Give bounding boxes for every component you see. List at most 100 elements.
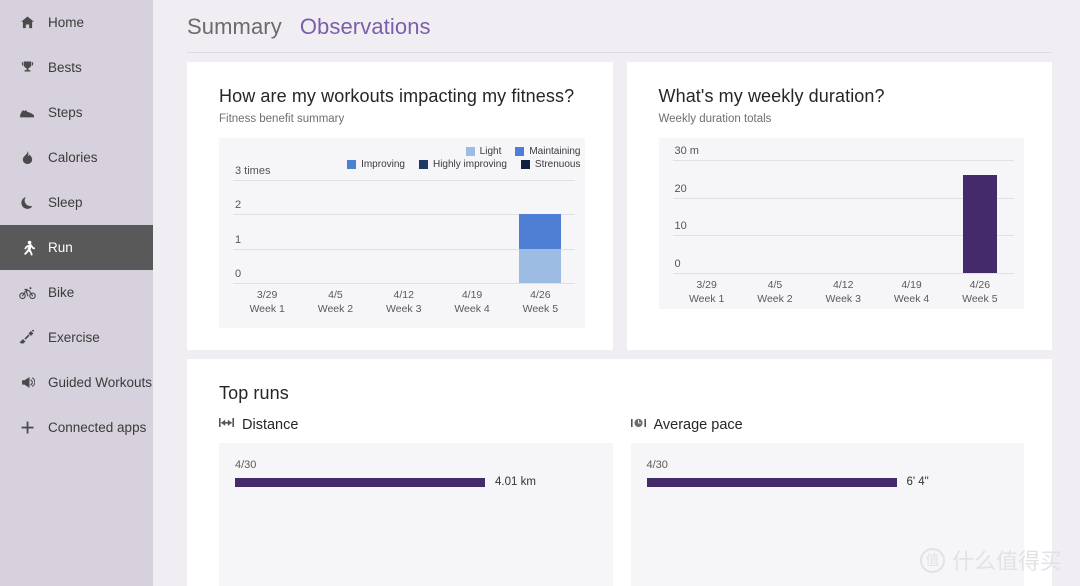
distance-bar-date: 4/30 [235, 459, 257, 471]
trophy-icon [16, 60, 38, 75]
duration-card-subtitle: Weekly duration totals [658, 113, 772, 125]
fitness-chart-bars [233, 180, 575, 283]
megaphone-icon [16, 375, 38, 390]
sidebar-item-exercise[interactable]: Exercise [0, 315, 153, 360]
running-icon [16, 240, 38, 256]
weekly-duration-chart[interactable]: 0 10 20 30 m 3/29 Week 1 4/5 Week 2 4/12 Week 34… [658, 138, 1024, 309]
duration-card-title: What's my weekly duration? [658, 86, 885, 106]
duration-chart-bars [673, 160, 1015, 273]
pace-bar-row: 6' 4" [646, 476, 1005, 488]
metric-distance: Distance 4/30 4.01 km [219, 416, 613, 586]
bar-column[interactable] [233, 180, 301, 283]
distance-panel[interactable]: 4/30 4.01 km [219, 443, 613, 586]
distance-bar-row: 4.01 km [235, 476, 593, 488]
pace-value: 6' 4" [906, 476, 929, 488]
bar [962, 175, 997, 273]
stacked-bar [314, 180, 356, 283]
x-tick-date: 4/26 [530, 289, 551, 301]
pace-header: Average pace [630, 416, 1025, 434]
charts-row: How are my workouts impacting my fitness… [153, 53, 1080, 350]
bar-column[interactable] [946, 160, 1014, 273]
x-tick-week: Week 4 [454, 303, 490, 315]
shoe-icon [16, 105, 38, 120]
sidebar-item-label: Exercise [48, 329, 100, 345]
sidebar-item-run[interactable]: Run [0, 225, 153, 270]
fitness-benefit-chart[interactable]: Light Maintaining Improving Highly impro… [219, 138, 585, 328]
x-tick-date: 4/26 [969, 279, 991, 291]
bar-column[interactable] [809, 160, 877, 273]
app-root: Home Bests Steps Calories Sleep Run Bike Exerci… [0, 0, 1080, 586]
distance-header: Distance [219, 416, 613, 434]
watermark-text: 什么值得买 [951, 549, 1062, 574]
top-runs-metrics: Distance 4/30 4.01 km Average pace 4/30 … [219, 416, 1024, 586]
sidebar-item-label: Calories [48, 149, 98, 165]
bar-column[interactable] [370, 180, 438, 283]
x-tick-date: 4/19 [901, 279, 922, 291]
y-axis-tick-label: 30 m [674, 145, 699, 157]
watermark-badge: 值 [919, 547, 945, 573]
sidebar-item-steps[interactable]: Steps [0, 90, 153, 135]
x-tick-date: 4/5 [328, 289, 343, 301]
x-axis-tick-label: 3/29 Week 1 [233, 288, 301, 316]
x-tick-week: Week 4 [893, 293, 930, 305]
card-weekly-duration: What's my weekly duration? Weekly durati… [626, 62, 1052, 350]
distance-value: 4.01 km [495, 476, 536, 488]
fitness-card-title: How are my workouts impacting my fitness… [219, 86, 575, 106]
sidebar-item-label: Connected apps [48, 419, 147, 435]
home-icon [16, 15, 38, 30]
sidebar-item-guided-workouts[interactable]: Guided Workouts [0, 360, 153, 405]
y-axis-tick-label: 3 times [235, 165, 271, 177]
stopwatch-icon [630, 416, 646, 434]
sidebar-item-bike[interactable]: Bike [0, 270, 153, 315]
sidebar-item-label: Bests [48, 59, 82, 75]
plus-icon [16, 420, 38, 435]
x-axis-tick-label: 4/5 Week 2 [741, 278, 809, 306]
bar-column[interactable] [877, 160, 945, 273]
x-axis-tick-label: 3/29 Week 1 [673, 278, 741, 306]
top-runs-title: Top runs [219, 383, 289, 403]
distance-bar [235, 477, 485, 487]
x-tick-date: 4/12 [833, 279, 854, 291]
distance-measure-icon [219, 416, 234, 434]
x-axis-tick-label: 4/19 Week 4 [438, 288, 506, 316]
sidebar-item-home[interactable]: Home [0, 0, 153, 45]
tab-observations[interactable]: Observations [300, 14, 431, 40]
x-axis-tick-label: 4/12 Week 3 [370, 288, 438, 316]
stacked-bar [246, 180, 288, 283]
fitness-chart-xaxis: 3/29 Week 1 4/5 Week 2 4/12 Week 3 4/19 Week 4 4… [233, 288, 575, 316]
x-tick-date: 3/29 [256, 289, 278, 301]
gridline [672, 273, 1014, 274]
x-axis-tick-label: 4/19 Week 4 [877, 278, 945, 306]
watermark: 值 什么值得买 [919, 544, 1062, 576]
moon-icon [16, 195, 38, 210]
pace-bar [646, 477, 897, 487]
sidebar-item-bests[interactable]: Bests [0, 45, 153, 90]
gridline [233, 283, 575, 284]
bar-column[interactable] [673, 160, 741, 273]
sidebar-item-connected-apps[interactable]: Connected apps [0, 405, 153, 450]
sidebar-item-label: Sleep [48, 194, 83, 210]
main-content: Summary Observations How are my workouts… [153, 0, 1080, 586]
x-axis-tick-label: 4/12 Week 3 [809, 278, 877, 306]
bar-column[interactable] [506, 180, 574, 283]
sidebar-item-sleep[interactable]: Sleep [0, 180, 153, 225]
bar-column[interactable] [438, 180, 506, 283]
sidebar-item-label: Bike [48, 284, 75, 300]
bike-icon [16, 286, 38, 300]
bar-segment [519, 248, 562, 283]
x-tick-week: Week 1 [249, 303, 285, 315]
x-axis-tick-label: 4/5 Week 2 [301, 288, 369, 316]
fitness-card-subtitle: Fitness benefit summary [219, 113, 345, 125]
x-tick-week: Week 5 [962, 293, 998, 305]
pace-label: Average pace [653, 417, 743, 433]
sidebar-item-label: Home [48, 14, 85, 30]
sidebar-item-calories[interactable]: Calories [0, 135, 153, 180]
tab-summary[interactable]: Summary [187, 14, 282, 40]
bar-column[interactable] [741, 160, 809, 273]
x-tick-date: 4/12 [393, 289, 414, 301]
bar-column[interactable] [301, 180, 369, 283]
x-tick-date: 3/29 [696, 279, 717, 291]
pace-bar-date: 4/30 [646, 459, 668, 471]
bar-segment [519, 214, 562, 249]
sidebar: Home Bests Steps Calories Sleep Run Bike Exerci… [0, 0, 153, 586]
